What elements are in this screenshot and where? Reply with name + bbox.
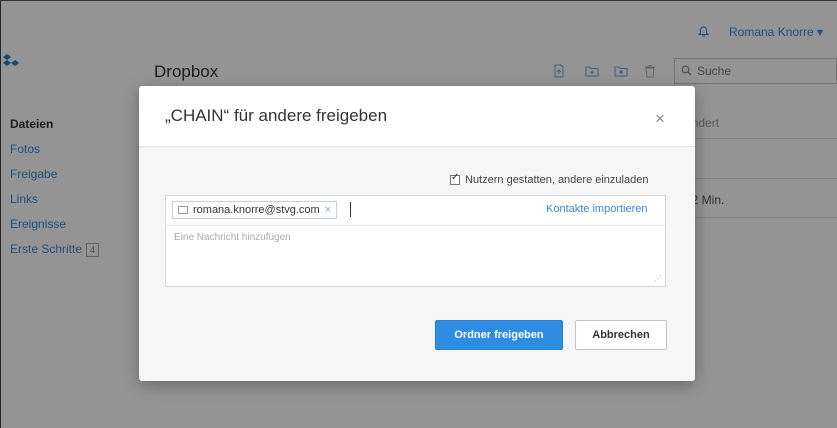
allow-invite-checkbox[interactable] (450, 172, 460, 185)
resize-handle-icon[interactable]: ⋰ (654, 275, 662, 283)
message-input[interactable]: Eine Nachricht hinzufügen (174, 232, 291, 243)
dialog-title: „CHAIN“ für andere freigeben (165, 106, 388, 125)
share-folder-button[interactable]: Ordner freigeben (435, 320, 563, 350)
recipient-email: romana.knorre@stvg.com (193, 204, 320, 216)
remove-recipient-icon[interactable]: × (325, 204, 331, 216)
share-folder-dialog: „CHAIN“ für andere freigeben × Nutzern g… (139, 86, 695, 381)
recipient-token[interactable]: romana.knorre@stvg.com × (172, 201, 338, 219)
allow-invite-option[interactable]: Nutzern gestatten, andere einzuladen (450, 172, 648, 186)
close-icon[interactable]: × (655, 110, 665, 127)
cancel-button[interactable]: Abbrechen (575, 320, 667, 350)
invite-box: romana.knorre@stvg.com × Kontakte import… (165, 195, 666, 287)
allow-invite-label[interactable]: Nutzern gestatten, andere einzuladen (465, 174, 648, 186)
import-contacts-link[interactable]: Kontakte importieren (546, 203, 648, 215)
envelope-icon (178, 206, 188, 214)
text-cursor (350, 202, 351, 217)
recipient-field[interactable]: romana.knorre@stvg.com × Kontakte import… (166, 196, 665, 226)
dialog-header: „CHAIN“ für andere freigeben × (139, 86, 695, 147)
